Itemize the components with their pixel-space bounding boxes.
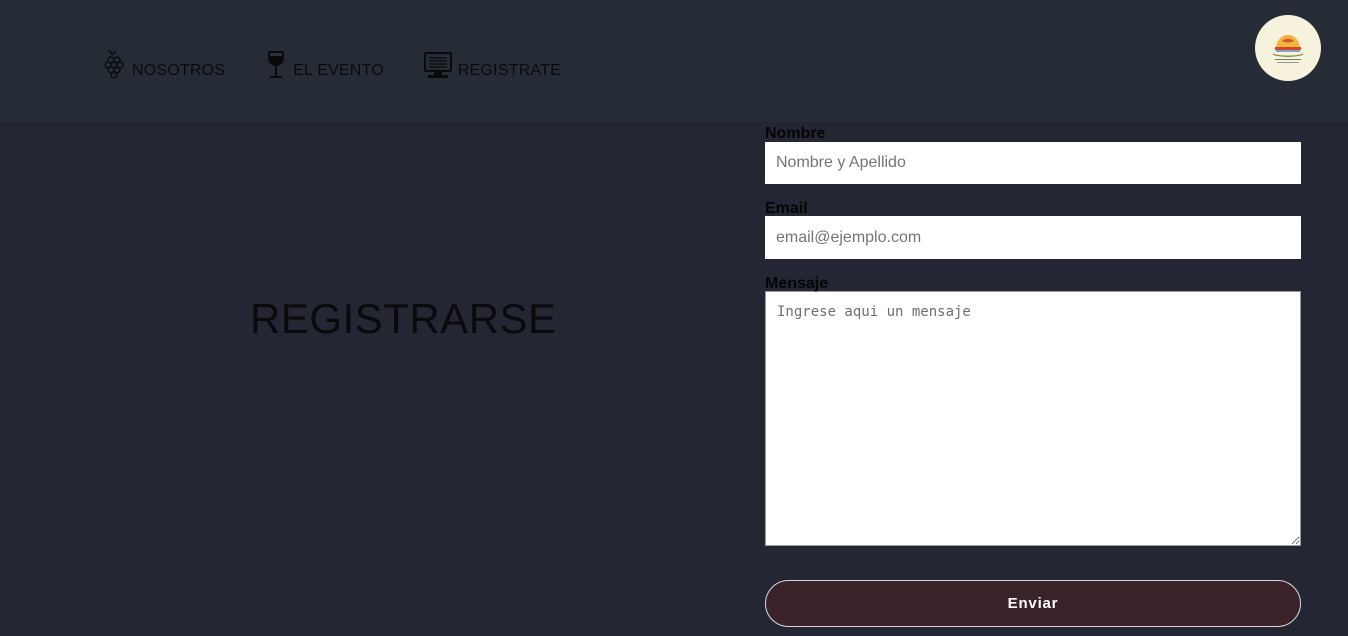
nav-item-el-evento[interactable]: EL EVENTO [265, 50, 384, 80]
sun-emblem-icon [1272, 35, 1304, 63]
grapes-icon [104, 50, 126, 80]
main-nav: NOSOTROS EL EVENTO REGISTRATE [104, 50, 601, 80]
page-title: REGISTRARSE [250, 295, 557, 342]
email-input[interactable] [765, 216, 1301, 259]
government-logo[interactable] [1255, 15, 1321, 81]
header: NOSOTROS EL EVENTO REGISTRATE [0, 0, 1348, 122]
message-textarea[interactable] [765, 291, 1301, 546]
nav-item-label: REGISTRATE [457, 62, 561, 79]
page: NOSOTROS EL EVENTO REGISTRATE REGISTRARS… [0, 0, 1348, 636]
computer-icon [423, 52, 452, 80]
submit-button[interactable]: Enviar [765, 580, 1301, 627]
name-input[interactable] [765, 142, 1301, 184]
nav-item-nosotros[interactable]: NOSOTROS [104, 50, 225, 80]
wine-glass-icon [265, 50, 287, 80]
registration-form: Nombre Email Mensaje [765, 122, 1301, 546]
nav-item-label: EL EVENTO [293, 62, 384, 79]
nav-item-registrate[interactable]: REGISTRATE [423, 52, 561, 80]
name-label: Nombre [765, 125, 826, 142]
nav-item-label: NOSOTROS [132, 62, 226, 79]
